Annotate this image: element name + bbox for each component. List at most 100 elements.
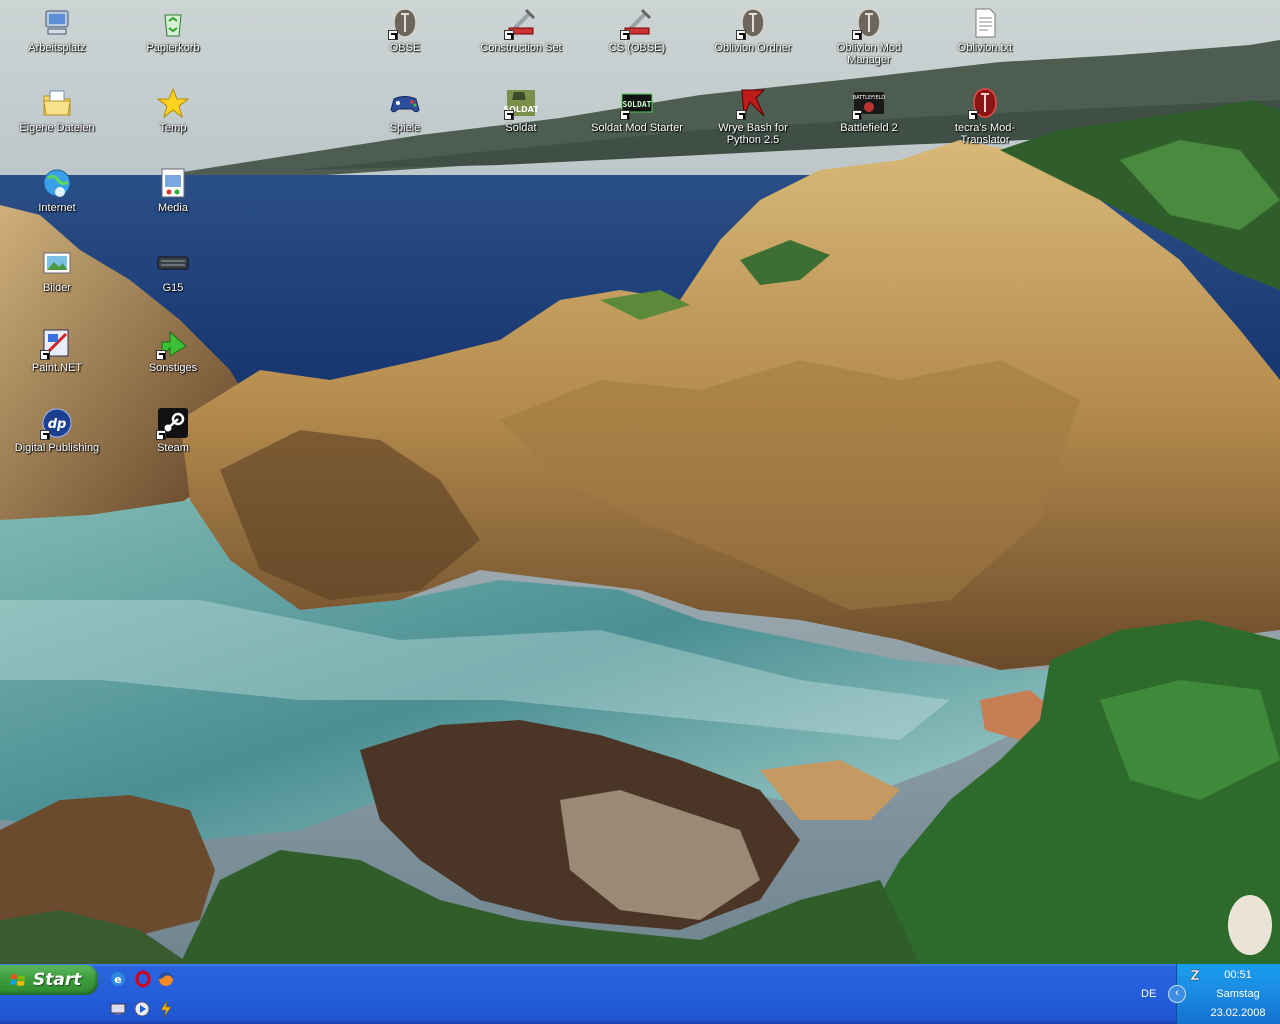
- desktop-icon-label: Paint.NET: [31, 362, 83, 374]
- shortcut-arrow-icon: [968, 110, 978, 120]
- desktop-icon-digital-publishing[interactable]: dp Digital Publishing: [7, 406, 107, 478]
- desktop-icon-label: OBSE: [389, 42, 421, 54]
- desktop-icon-bilder[interactable]: Bilder: [7, 246, 107, 318]
- desktop-icon-oblivion-ordner[interactable]: Oblivion Ordner: [703, 6, 803, 78]
- svg-text:dp: dp: [48, 417, 67, 432]
- shortcut-arrow-icon: [852, 110, 862, 120]
- desktop-icon-temp[interactable]: Temp: [123, 86, 223, 158]
- svg-text:e: e: [114, 973, 121, 986]
- construction-set-icon: [620, 6, 654, 40]
- desktop-icon-label: Papierkorb: [146, 42, 200, 54]
- desktop-icon-label: Digital Publishing: [14, 442, 100, 454]
- desktop-icon-eigene-dateien[interactable]: Eigene Dateien: [7, 86, 107, 158]
- desktop-icon-cs-obse[interactable]: CS (OBSE): [587, 6, 687, 78]
- start-label: Start: [33, 970, 82, 990]
- desktop-icon-label: Arbeitsplatz: [28, 42, 86, 54]
- desktop-icon-arbeitsplatz[interactable]: Arbeitsplatz: [7, 6, 107, 78]
- desktop-icon-label: Internet: [38, 202, 76, 214]
- start-button[interactable]: Start: [0, 965, 98, 995]
- desktop-icon-label: Oblivion.txt: [957, 42, 1013, 54]
- desktop-icon-label: Battlefield 2: [840, 122, 898, 134]
- desktop-icon-construction-set[interactable]: Construction Set: [471, 6, 571, 78]
- desktop-icon-internet[interactable]: Internet: [7, 166, 107, 238]
- desktop-icon-label: Temp: [159, 122, 187, 134]
- desktop-icon-label: Eigene Dateien: [19, 122, 95, 134]
- desktop-icon-label: Oblivion Ordner: [714, 42, 792, 54]
- green-arrow-icon: [156, 326, 190, 360]
- desktop-icon-obse[interactable]: OBSE: [355, 6, 455, 78]
- desktop-icon-label: Media: [158, 202, 188, 214]
- media-icon: [156, 166, 190, 200]
- wrye-bash-icon: [736, 86, 770, 120]
- media-player-icon[interactable]: [133, 1000, 151, 1018]
- digital-publishing-icon: dp: [40, 406, 74, 440]
- desktop-icon-label: Soldat: [505, 122, 537, 134]
- desktop-icon-wrye-bash-for-python-2-5[interactable]: Wrye Bash for Python 2.5: [703, 86, 803, 158]
- soldat-icon: SOLDAT: [504, 86, 538, 120]
- oblivion-red-seal-icon: [968, 86, 1002, 120]
- desktop-icon-label: Steam: [157, 442, 189, 454]
- oblivion-seal-icon: [388, 6, 422, 40]
- desktop-icon-steam[interactable]: Steam: [123, 406, 223, 478]
- clock-day: Samstag: [1216, 988, 1260, 1000]
- internet-explorer-icon[interactable]: e: [109, 970, 127, 988]
- clock-time[interactable]: 00:51: [1196, 969, 1280, 981]
- shortcut-arrow-icon: [156, 430, 166, 440]
- shortcut-arrow-icon: [40, 430, 50, 440]
- text-file-icon: [968, 6, 1002, 40]
- desktop-icon-media[interactable]: Media: [123, 166, 223, 238]
- language-indicator[interactable]: DE: [1141, 988, 1156, 1000]
- shortcut-arrow-icon: [852, 30, 862, 40]
- computer-icon: [40, 6, 74, 40]
- desktop-icon-battlefield-2[interactable]: BATTLEFIELD Battlefield 2: [819, 86, 919, 158]
- recycle-bin-icon: [156, 6, 190, 40]
- keyboard-icon: [156, 246, 190, 280]
- desktop-icon-label: Soldat Mod Starter: [591, 122, 683, 134]
- star-icon: [156, 86, 190, 120]
- shortcut-arrow-icon: [156, 350, 166, 360]
- show-hidden-icons-button[interactable]: ‹: [1168, 985, 1186, 1003]
- desktop-icon-oblivion-mod-manager[interactable]: Oblivion Mod Manager: [819, 6, 919, 78]
- shortcut-arrow-icon: [736, 30, 746, 40]
- folder-icon: [40, 86, 74, 120]
- network-icon[interactable]: [109, 1000, 127, 1018]
- internet-icon: [40, 166, 74, 200]
- svg-text:BATTLEFIELD: BATTLEFIELD: [853, 95, 886, 101]
- oblivion-seal-icon: [852, 6, 886, 40]
- desktop-icon-papierkorb[interactable]: Papierkorb: [123, 6, 223, 78]
- windows-flag-icon: [10, 974, 25, 986]
- desktop-icon-paint-net[interactable]: Paint.NET: [7, 326, 107, 398]
- pictures-icon: [40, 246, 74, 280]
- svg-text:SOLDAT: SOLDAT: [623, 100, 652, 109]
- desktop-icon-tecra-s-mod-translator[interactable]: tecra's Mod-Translator: [935, 86, 1035, 158]
- desktop-icon-oblivion-txt[interactable]: Oblivion.txt: [935, 6, 1035, 78]
- desktop-icon-label: G15: [162, 282, 184, 294]
- desktop-icon-soldat[interactable]: SOLDAT Soldat: [471, 86, 571, 158]
- desktop-icon-label: Spiele: [389, 122, 421, 134]
- steam-icon: [156, 406, 190, 440]
- firefox-icon[interactable]: [157, 970, 175, 988]
- desktop: Arbeitsplatz Papierkorb OBSE Construction S…: [0, 0, 1280, 964]
- shortcut-arrow-icon: [504, 30, 514, 40]
- desktop-icon-label: Bilder: [42, 282, 72, 294]
- construction-set-icon: [504, 6, 538, 40]
- desktop-icon-label: tecra's Mod-Translator: [954, 122, 1016, 146]
- desktop-icon-soldat-mod-starter[interactable]: SOLDAT Soldat Mod Starter: [587, 86, 687, 158]
- shortcut-arrow-icon: [736, 110, 746, 120]
- oblivion-seal-icon: [736, 6, 770, 40]
- desktop-icon-g15[interactable]: G15: [123, 246, 223, 318]
- winamp-icon[interactable]: [157, 1000, 175, 1018]
- shortcut-arrow-icon: [504, 110, 514, 120]
- desktop-icon-label: CS (OBSE): [608, 42, 666, 54]
- desktop-icon-label: Wrye Bash for Python 2.5: [718, 122, 788, 146]
- shortcut-arrow-icon: [40, 350, 50, 360]
- opera-icon[interactable]: [134, 970, 152, 988]
- shortcut-arrow-icon: [620, 110, 630, 120]
- desktop-icon-spiele[interactable]: Spiele: [355, 86, 455, 158]
- desktop-icon-sonstiges[interactable]: Sonstiges: [123, 326, 223, 398]
- shortcut-arrow-icon: [620, 30, 630, 40]
- paint-net-icon: [40, 326, 74, 360]
- clock-date: 23.02.2008: [1210, 1007, 1266, 1019]
- shortcut-arrow-icon: [388, 30, 398, 40]
- taskbar: Start e: [0, 964, 1280, 1024]
